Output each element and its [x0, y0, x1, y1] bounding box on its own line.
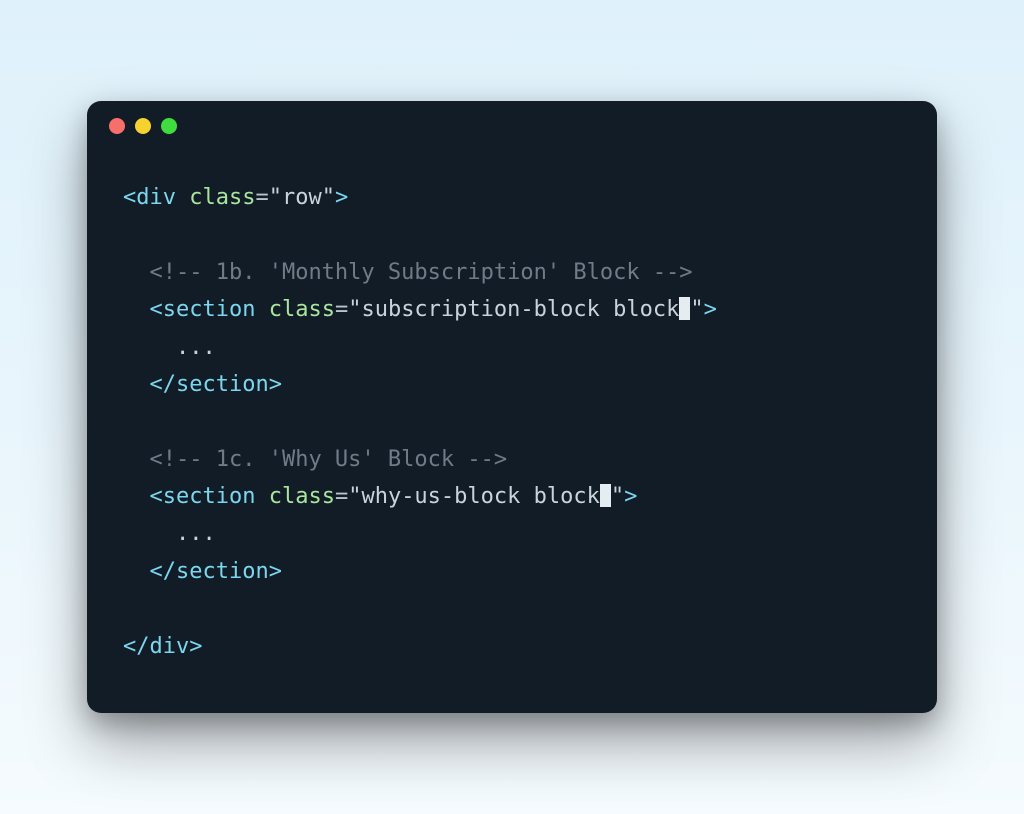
maximize-icon[interactable]	[161, 118, 177, 134]
minimize-icon[interactable]	[135, 118, 151, 134]
code-line-section2-body: ...	[176, 521, 216, 546]
code-comment-2: <!-- 1c. 'Why Us' Block -->	[150, 447, 508, 472]
code-editor-window: <div class="row"> <!-- 1b. 'Monthly Subs…	[87, 101, 937, 713]
code-line-section1-open: <section class="subscription-block block…	[150, 297, 717, 322]
code-line-div-close: </div>	[123, 634, 203, 659]
code-line-section2-open: <section class="why-us-block block">	[150, 484, 638, 509]
text-cursor-icon	[600, 484, 611, 507]
text-cursor-icon	[679, 297, 690, 320]
code-line-section1-close: </section>	[150, 372, 282, 397]
close-icon[interactable]	[109, 118, 125, 134]
code-content[interactable]: <div class="row"> <!-- 1b. 'Monthly Subs…	[87, 151, 937, 713]
code-line-section1-body: ...	[176, 335, 216, 360]
code-comment-1: <!-- 1b. 'Monthly Subscription' Block --…	[150, 260, 693, 285]
code-line-section2-close: </section>	[150, 559, 282, 584]
code-line-1: <div class="row">	[123, 185, 348, 210]
window-titlebar	[87, 101, 937, 151]
